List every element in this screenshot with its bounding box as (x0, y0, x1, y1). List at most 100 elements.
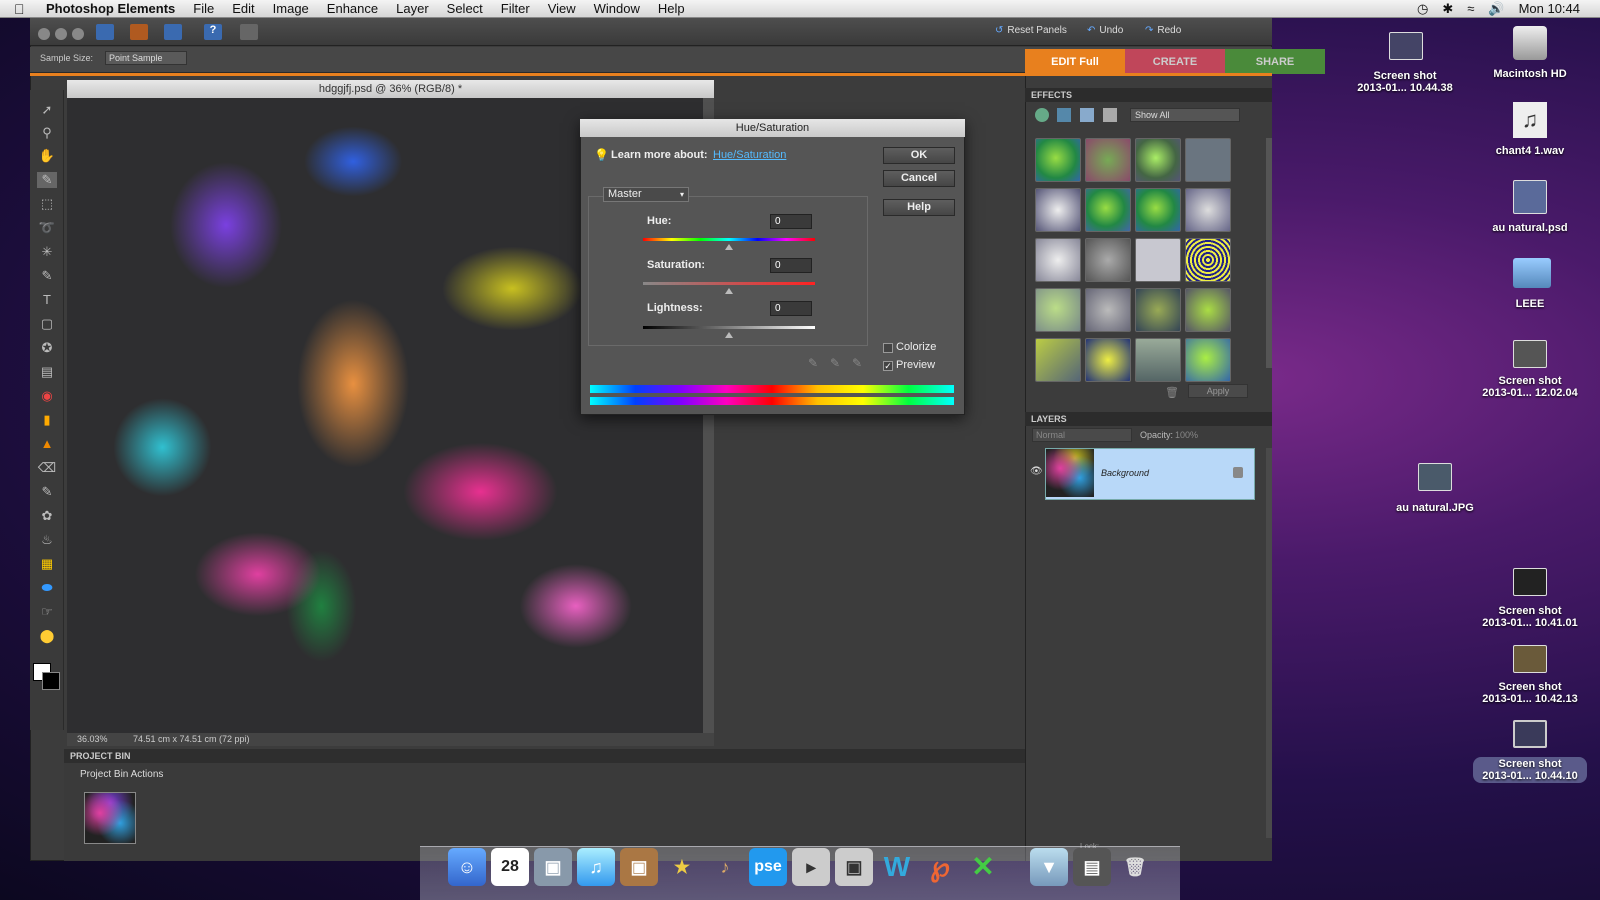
effect-thumbnail[interactable] (1185, 338, 1231, 382)
desktop-screenshot-icon-2[interactable] (1513, 340, 1547, 368)
healing-brush-tool-icon[interactable]: ▮ (37, 412, 57, 428)
effect-thumbnail[interactable] (1085, 238, 1131, 282)
imovie-icon[interactable]: ★ (663, 848, 701, 886)
eyedropper-icon[interactable]: ✎ (808, 356, 818, 370)
effect-thumbnail[interactable] (1185, 288, 1231, 332)
colorize-checkbox[interactable] (883, 343, 893, 353)
jpg-file-icon[interactable] (1418, 463, 1452, 491)
effects-all-icon[interactable] (1103, 108, 1117, 122)
cookie-cutter-tool-icon[interactable]: ✪ (37, 340, 57, 356)
effect-thumbnail[interactable] (1035, 238, 1081, 282)
clapper-icon[interactable]: ▸ (792, 848, 830, 886)
quick-selection-tool-icon[interactable]: ✎ (37, 268, 57, 284)
zoom-window-button[interactable] (72, 28, 84, 40)
desktop-label-3[interactable]: chant4 1.wav (1480, 145, 1580, 157)
eraser-tool-icon[interactable]: ⌫ (37, 460, 57, 476)
desktop-label-6[interactable]: Screen shot 2013-01... 12.02.04 (1470, 375, 1590, 399)
save-icon[interactable] (164, 24, 182, 40)
red-eye-tool-icon[interactable]: ◉ (37, 388, 57, 404)
blur-tool-icon[interactable]: ☞ (37, 604, 57, 620)
project-bin-actions[interactable]: Project Bin Actions (80, 769, 163, 780)
effect-thumbnail[interactable] (1135, 188, 1181, 232)
folder-icon[interactable] (1513, 258, 1551, 288)
effect-thumbnail[interactable] (1135, 338, 1181, 382)
effects-scrollbar[interactable] (1266, 138, 1272, 368)
menu-help[interactable]: Help (658, 1, 685, 16)
effect-thumbnail[interactable] (1035, 338, 1081, 382)
hue-input[interactable]: 0 (770, 214, 812, 229)
apply-effect-button[interactable]: Apply (1188, 384, 1248, 398)
type-tool-icon[interactable]: T (37, 292, 57, 308)
opacity-value[interactable]: 100% (1175, 430, 1198, 440)
volume-icon[interactable]: 🔊 (1488, 1, 1504, 17)
menu-view[interactable]: View (548, 1, 576, 16)
time-machine-icon[interactable]: ◷ (1417, 1, 1428, 17)
saturation-input[interactable]: 0 (770, 258, 812, 273)
excel-icon[interactable]: ✕ (964, 848, 1002, 886)
itunes-icon[interactable]: ♫ (577, 848, 615, 886)
shape-tool-icon[interactable]: ⬬ (37, 580, 57, 596)
desktop-screenshot-icon-3[interactable] (1513, 568, 1547, 596)
hue-slider-track[interactable] (643, 238, 815, 241)
minimize-window-button[interactable] (55, 28, 67, 40)
desktop-label-10-selected[interactable]: Screen shot 2013-01... 10.44.10 (1473, 757, 1587, 783)
word-icon[interactable]: W (878, 848, 916, 886)
project-bin-thumbnail[interactable] (84, 792, 136, 844)
saturation-slider-track[interactable] (643, 282, 815, 285)
effect-thumbnail[interactable] (1185, 188, 1231, 232)
desktop-label-5[interactable]: LEEE (1480, 298, 1580, 310)
effects-filter-select[interactable]: Show All (1130, 108, 1240, 122)
desktop-label-9[interactable]: Screen shot 2013-01... 10.42.13 (1470, 681, 1590, 705)
lasso-tool-icon[interactable]: ➰ (37, 220, 57, 236)
effect-thumbnail[interactable] (1035, 288, 1081, 332)
redo-button[interactable]: ↷ Redo (1145, 25, 1181, 36)
smart-brush-tool-icon[interactable]: ✿ (37, 508, 57, 524)
eye-icon[interactable]: 👁 (1030, 466, 1043, 477)
close-window-button[interactable] (38, 28, 50, 40)
psd-file-icon[interactable] (1513, 180, 1547, 214)
menu-edit[interactable]: Edit (232, 1, 254, 16)
saturation-slider-handle[interactable] (725, 288, 733, 294)
hue-slider-handle[interactable] (725, 244, 733, 250)
menu-image[interactable]: Image (273, 1, 309, 16)
iphoto-icon[interactable]: ▣ (620, 848, 658, 886)
calendar-icon[interactable]: 28 (491, 848, 529, 886)
effects-photo-icon[interactable] (1080, 108, 1094, 122)
effect-thumbnail[interactable] (1135, 288, 1181, 332)
stack-icon[interactable]: ▤ (1073, 848, 1111, 886)
crop-tool-icon[interactable]: ▢ (37, 316, 57, 332)
help-icon[interactable]: ? (204, 24, 222, 40)
menu-select[interactable]: Select (447, 1, 483, 16)
tab-create[interactable]: CREATE (1125, 49, 1225, 74)
photos-icon[interactable]: ▣ (534, 848, 572, 886)
tab-edit-full[interactable]: EDIT Full (1025, 49, 1125, 74)
eyedropper-plus-icon[interactable]: ✎ (830, 356, 840, 370)
paint-bucket-tool-icon[interactable]: ♨ (37, 532, 57, 548)
effect-thumbnail[interactable] (1185, 138, 1231, 182)
clone-stamp-tool-icon[interactable]: ▲ (37, 436, 57, 452)
menu-filter[interactable]: Filter (501, 1, 530, 16)
lightness-slider-handle[interactable] (725, 332, 733, 338)
desktop-label-2[interactable]: Macintosh HD (1480, 68, 1580, 80)
preview-app-icon[interactable]: ▣ (835, 848, 873, 886)
layers-scrollbar[interactable] (1266, 448, 1272, 838)
eyedropper-tool-icon[interactable]: ✎ (37, 172, 57, 188)
move-tool-icon[interactable]: ➚ (37, 102, 57, 118)
desktop-label-8[interactable]: Screen shot 2013-01... 10.41.01 (1470, 605, 1590, 629)
garageband-icon[interactable]: ♪ (706, 848, 744, 886)
apple-icon[interactable]:  (14, 1, 34, 17)
desktop-screenshot-icon-1[interactable] (1389, 32, 1423, 60)
menu-enhance[interactable]: Enhance (327, 1, 378, 16)
menu-window[interactable]: Window (594, 1, 640, 16)
effect-thumbnail[interactable] (1085, 288, 1131, 332)
powerpoint-icon[interactable]: ℘ (921, 848, 959, 886)
desktop-label-7[interactable]: au natural.JPG (1380, 502, 1490, 514)
desktop-label-4[interactable]: au natural.psd (1480, 222, 1580, 234)
eyedropper-minus-icon[interactable]: ✎ (852, 356, 862, 370)
finder-icon[interactable]: ☺ (448, 848, 486, 886)
wifi-icon[interactable]: ≈ (1467, 1, 1474, 16)
desktop-screenshot-icon-5[interactable] (1513, 720, 1547, 748)
cancel-button[interactable]: Cancel (883, 170, 955, 187)
zoom-level[interactable]: 36.03% (77, 734, 108, 744)
effect-thumbnail[interactable] (1085, 188, 1131, 232)
